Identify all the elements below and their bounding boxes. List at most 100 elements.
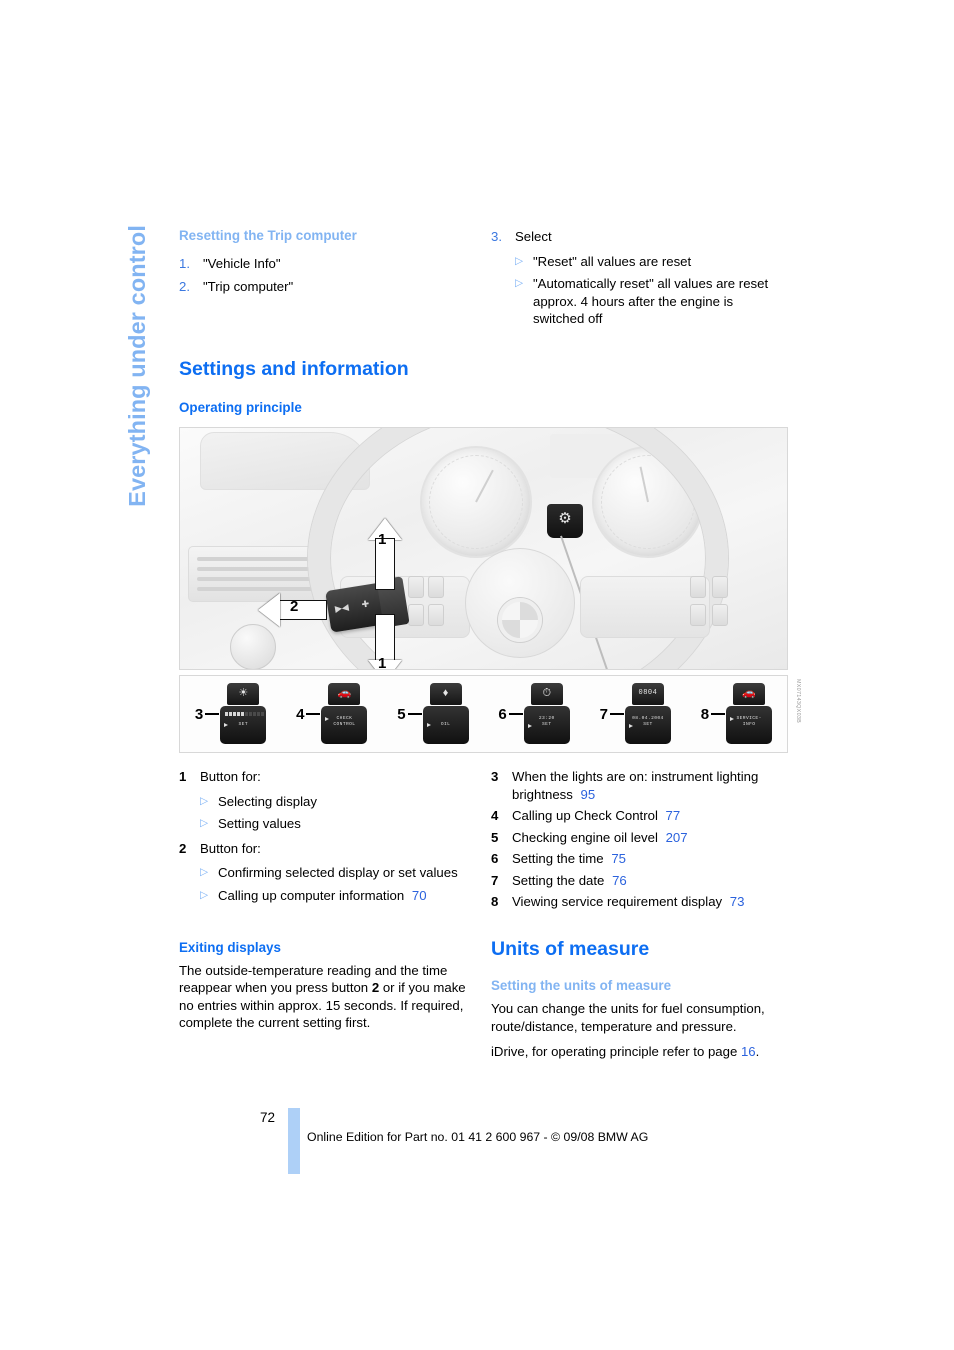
- triangle-bullet-icon: ▷: [200, 866, 209, 879]
- legend-text: Setting the date: [512, 872, 605, 888]
- triangle-bullet-icon: ▷: [200, 794, 209, 807]
- leader-line: [609, 713, 624, 715]
- step-number: 2.: [179, 279, 190, 295]
- reset-steps-list: 1. "Vehicle Info" 2. "Trip computer": [179, 255, 472, 296]
- legend-number: 5: [491, 829, 499, 845]
- steering-wheel-button[interactable]: [428, 576, 444, 598]
- callout-number: 2: [290, 598, 299, 615]
- operating-principle-heading: Operating principle: [179, 400, 302, 415]
- display-line1: SERVICE-: [736, 716, 762, 721]
- list-item: 7 Setting the date 76: [491, 872, 788, 890]
- top-right-column: 3. Select ▷ "Reset" all values are reset…: [491, 228, 788, 333]
- list-item: 3 When the lights are on: instrument lig…: [491, 768, 788, 803]
- leader-line: [407, 713, 422, 715]
- paragraph-part-a: iDrive, for operating principle refer to…: [491, 1044, 741, 1060]
- triangle-bullet-icon: ▷: [515, 254, 524, 267]
- list-item: ▷ Selecting display: [179, 793, 472, 811]
- steering-wheel-button[interactable]: [408, 576, 424, 598]
- oil-can-icon: ♦ OIL: [422, 683, 469, 745]
- page-reference[interactable]: 16: [741, 1044, 756, 1059]
- display-line1: CHECK: [336, 716, 353, 721]
- leader-line: [205, 713, 220, 715]
- callout-shaft: [279, 600, 327, 620]
- list-item: 2 Button for:: [179, 840, 472, 858]
- legend-title: Button for:: [200, 840, 261, 856]
- display-line2: SET: [542, 721, 552, 727]
- display-line1: 08.04.2004: [632, 716, 664, 721]
- top-left-column: Resetting the Trip computer 1. "Vehicle …: [179, 228, 472, 302]
- strip-number: 8: [700, 705, 710, 723]
- bmw-logo: [498, 598, 542, 642]
- strip-number: 5: [397, 705, 406, 723]
- units-of-measure-title: Units of measure: [491, 938, 650, 960]
- exiting-displays-heading: Exiting displays: [179, 940, 281, 955]
- steering-wheel-button[interactable]: [690, 604, 706, 626]
- leader-line: [306, 713, 321, 715]
- steering-wheel-button[interactable]: [712, 576, 728, 598]
- step-text: Select: [515, 229, 552, 244]
- bullet-text: Setting values: [218, 816, 301, 832]
- segment-bar: [225, 712, 265, 716]
- page-reference[interactable]: 70: [412, 888, 427, 903]
- legend-text: Checking engine oil level: [512, 829, 658, 845]
- chapter-tab: Everything under control: [118, 225, 158, 585]
- figure-operating-principle: ⚙ ▶◀ ✚ 1 1 2 3 ☀ SET 4 🚗 CHECK CONTROL 5…: [179, 427, 801, 757]
- legend-text: Setting the time: [512, 851, 604, 867]
- page-reference[interactable]: 73: [730, 894, 745, 909]
- page-reference[interactable]: 95: [581, 787, 596, 802]
- legend-number: 3: [491, 769, 499, 784]
- strip-item: 8 🚗 SERVICE- INFO: [686, 676, 787, 752]
- page-title: Settings and information: [179, 358, 409, 380]
- steering-wheel-button[interactable]: [408, 604, 424, 626]
- display-line2: CONTROL: [333, 721, 356, 727]
- page-reference[interactable]: 76: [612, 873, 627, 888]
- strip-number: 3: [194, 705, 204, 723]
- legend-number: 8: [491, 894, 499, 910]
- list-item: ▷ Setting values: [179, 815, 472, 833]
- car-silhouette-icon: 🚗 CHECK CONTROL: [321, 683, 368, 745]
- stalk-display-strip: 3 ☀ SET 4 🚗 CHECK CONTROL 5 ♦ OIL 6 ⏱ 23…: [179, 675, 788, 753]
- list-item: 1. "Vehicle Info": [179, 255, 472, 273]
- legend-left-column: 1 Button for: ▷ Selecting display ▷ Sett…: [179, 768, 472, 909]
- bullet-text: Calling up computer information: [218, 887, 405, 903]
- list-item: 1 Button for:: [179, 768, 472, 786]
- exiting-displays-block: Exiting displays The outside-temperature…: [179, 940, 472, 1032]
- page-reference[interactable]: 77: [666, 808, 681, 823]
- list-item: 4 Calling up Check Control 77: [491, 807, 788, 825]
- footer-text: Online Edition for Part no. 01 41 2 600 …: [307, 1130, 649, 1144]
- page-number: 72: [260, 1110, 276, 1125]
- paragraph-part-b: .: [755, 1044, 760, 1060]
- legend-number: 7: [491, 872, 499, 888]
- list-item: 5 Checking engine oil level 207: [491, 829, 788, 847]
- date-display-icon: 0804 08.04.2004 SET: [624, 683, 671, 745]
- strip-item: 3 ☀ SET: [180, 676, 281, 752]
- callout-number: 1: [378, 655, 387, 670]
- units-of-measure-block: Units of measure Setting the units of me…: [491, 938, 788, 1061]
- strip-item: 7 0804 08.04.2004 SET: [585, 676, 686, 752]
- triangle-bullet-icon: ▷: [200, 888, 209, 901]
- legend-right-column: 3 When the lights are on: instrument lig…: [491, 768, 788, 917]
- steering-wheel-button[interactable]: [712, 604, 728, 626]
- display-line2: SET: [238, 722, 248, 727]
- strip-item: 6 ⏱ 23:20 SET: [484, 676, 585, 752]
- display-line1: OIL: [440, 722, 451, 727]
- step-number: 1.: [179, 255, 190, 271]
- car-service-icon: 🚗 SERVICE- INFO: [726, 683, 773, 745]
- page-reference[interactable]: 75: [611, 851, 626, 866]
- list-item: ▷ Confirming selected display or set val…: [179, 864, 472, 882]
- strip-number: 6: [498, 705, 507, 723]
- footer-accent-bar: [288, 1108, 300, 1174]
- legend-text: Viewing service requirement display: [512, 894, 723, 910]
- setting-units-heading: Setting the units of measure: [491, 978, 672, 994]
- step-text: "Trip computer": [203, 279, 294, 295]
- brightness-sun-icon: ☀ SET: [220, 683, 267, 745]
- list-item: ▷ "Automatically reset" all values are r…: [491, 275, 788, 328]
- page-reference[interactable]: 207: [666, 830, 688, 845]
- steering-wheel-button[interactable]: [690, 576, 706, 598]
- legend-number: 2: [179, 840, 187, 856]
- legend-text: When the lights are on: instrument light…: [512, 769, 759, 802]
- steering-wheel-button[interactable]: [428, 604, 444, 626]
- triangle-bullet-icon: ▷: [200, 817, 209, 830]
- display-line2: SET: [643, 721, 653, 727]
- resetting-trip-computer-heading: Resetting the Trip computer: [179, 228, 357, 243]
